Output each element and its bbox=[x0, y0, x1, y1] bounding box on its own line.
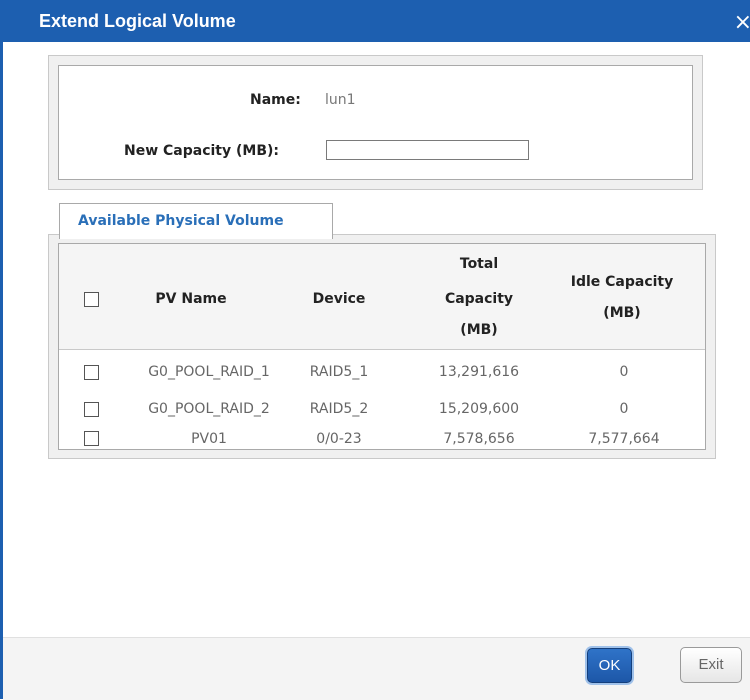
dialog-title: Extend Logical Volume bbox=[39, 11, 236, 31]
name-value: lun1 bbox=[325, 92, 356, 108]
header-total-capacity-line2: Capacity bbox=[444, 291, 514, 307]
physical-volume-panel: PV Name Device Total Capacity (MB) Idle … bbox=[48, 234, 716, 459]
header-idle-capacity-line1: Idle Capacity bbox=[570, 274, 674, 290]
new-capacity-label: New Capacity (MB): bbox=[124, 143, 279, 159]
header-total-capacity-line1: Total bbox=[459, 256, 499, 272]
cell-idle-capacity: 0 bbox=[619, 401, 629, 417]
cell-total-capacity: 13,291,616 bbox=[438, 364, 520, 380]
ok-button[interactable]: OK bbox=[587, 648, 632, 683]
name-label: Name: bbox=[250, 92, 301, 108]
cell-idle-capacity: 0 bbox=[619, 364, 629, 380]
cell-device: RAID5_1 bbox=[309, 364, 369, 380]
cell-device: RAID5_2 bbox=[309, 401, 369, 417]
header-pv-name: PV Name bbox=[155, 291, 227, 307]
row-checkbox[interactable] bbox=[84, 402, 99, 417]
tab-label: Available Physical Volume bbox=[78, 213, 284, 229]
tab-available-physical-volume[interactable]: Available Physical Volume bbox=[59, 203, 333, 239]
select-all-checkbox[interactable] bbox=[84, 292, 99, 307]
cell-pv-name: PV01 bbox=[191, 431, 227, 447]
volume-info-inner bbox=[58, 65, 693, 180]
physical-volume-table: PV Name Device Total Capacity (MB) Idle … bbox=[58, 243, 706, 450]
cell-device: 0/0-23 bbox=[316, 431, 362, 447]
new-capacity-input[interactable] bbox=[326, 140, 529, 160]
table-header: PV Name Device Total Capacity (MB) Idle … bbox=[59, 244, 705, 350]
extend-logical-volume-dialog: Extend Logical Volume × Name: lun1 New C… bbox=[0, 0, 750, 700]
row-checkbox[interactable] bbox=[84, 365, 99, 380]
dialog-title-bar[interactable]: Extend Logical Volume × bbox=[3, 0, 750, 42]
cell-total-capacity: 15,209,600 bbox=[438, 401, 520, 417]
cell-pv-name: G0_POOL_RAID_1 bbox=[148, 364, 270, 380]
header-idle-capacity-line2: (MB) bbox=[603, 305, 641, 321]
dialog-footer bbox=[3, 637, 750, 700]
close-icon[interactable]: × bbox=[734, 10, 750, 35]
cell-total-capacity: 7,578,656 bbox=[443, 431, 515, 447]
volume-info-panel bbox=[48, 55, 703, 190]
header-device: Device bbox=[312, 291, 366, 307]
header-total-capacity-line3: (MB) bbox=[460, 322, 498, 338]
cell-pv-name: G0_POOL_RAID_2 bbox=[148, 401, 270, 417]
row-checkbox[interactable] bbox=[84, 431, 99, 446]
exit-button[interactable]: Exit bbox=[680, 647, 742, 683]
cell-idle-capacity: 7,577,664 bbox=[588, 431, 660, 447]
